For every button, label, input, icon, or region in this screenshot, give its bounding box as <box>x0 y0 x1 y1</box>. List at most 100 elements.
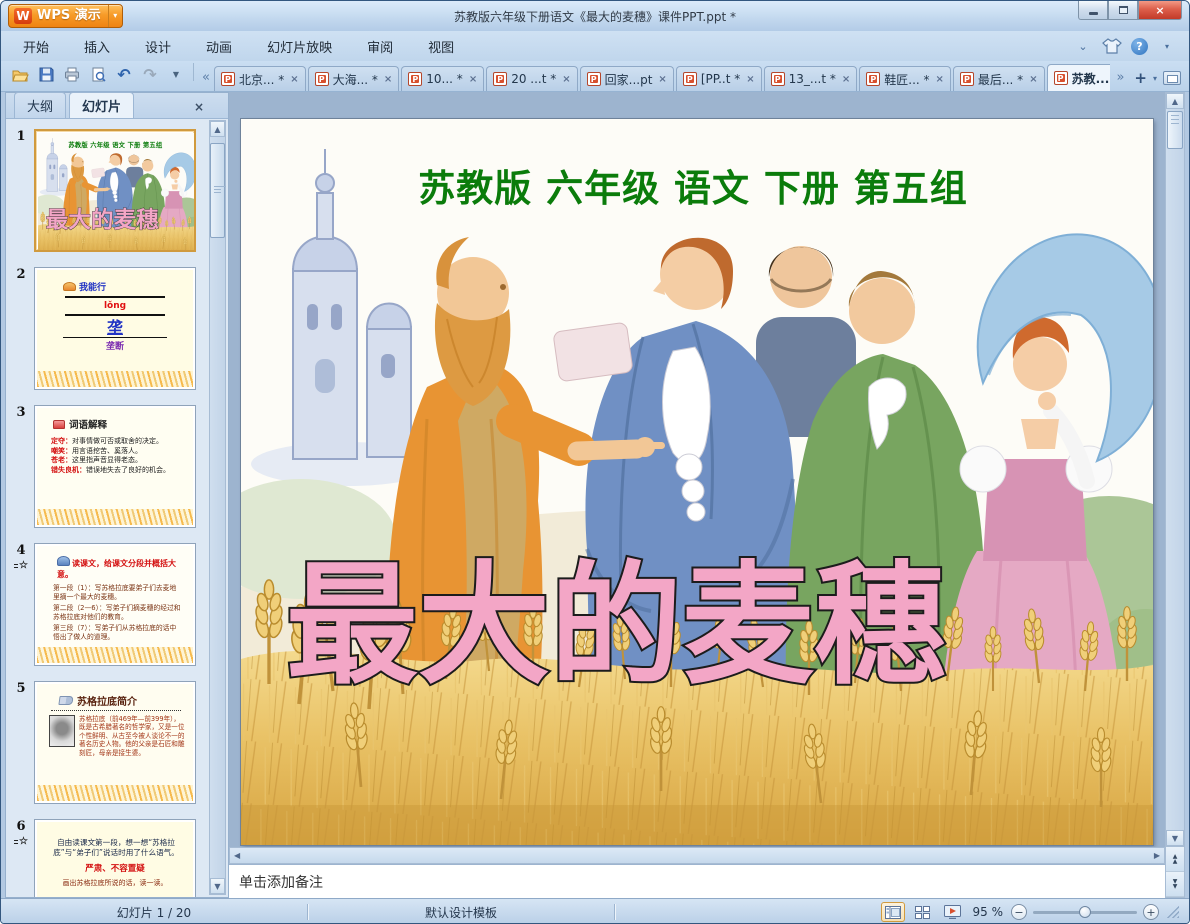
main-area: 苏教版 六年级 语文 下册 第五组 最大的麦穗 ◀ ▶ 单击添加备注 <box>229 92 1165 898</box>
slide-thumbnail-4[interactable]: 读课文，给课文分段并概括大意。 第一段（1）：写苏格拉底要弟子们去麦地里摘一个最… <box>34 543 196 666</box>
scroll-down-icon[interactable]: ▼ <box>1166 830 1184 846</box>
zoom-slider-handle[interactable] <box>1079 905 1091 918</box>
doc-tab[interactable]: P 10... * × <box>401 66 485 91</box>
collapse-ribbon-icon[interactable]: ⌄ <box>1073 37 1093 55</box>
tab-outline[interactable]: 大纲 <box>14 92 67 118</box>
doc-tab[interactable]: P 20 ...t * × <box>486 66 578 91</box>
close-tab-icon[interactable]: × <box>382 74 392 85</box>
save-icon[interactable] <box>35 65 57 85</box>
design-template-label[interactable]: 默认设计模板 <box>308 904 614 921</box>
scroll-up-icon[interactable]: ▲ <box>1166 93 1184 109</box>
doc-tab-label: 最后... * <box>977 72 1024 87</box>
window-title: 苏教版六年级下册语文《最大的麦穗》课件PPT.ppt * <box>454 9 736 24</box>
slide-1-canvas[interactable]: 苏教版 六年级 语文 下册 第五组 最大的麦穗 <box>229 119 1165 847</box>
menu-view[interactable]: 视图 <box>415 32 467 61</box>
print-icon[interactable] <box>61 65 83 85</box>
menu-review[interactable]: 审阅 <box>354 32 406 61</box>
doc-tab[interactable]: P 13_...t * × <box>763 66 858 91</box>
menu-slideshow[interactable]: 幻灯片放映 <box>254 32 345 61</box>
slideshow-view-button[interactable] <box>941 902 965 922</box>
minimize-button[interactable] <box>1078 1 1108 20</box>
close-tab-icon[interactable]: × <box>467 74 477 85</box>
close-tab-icon[interactable]: × <box>288 74 298 85</box>
vertical-scrollbar[interactable]: ▲ ▼ ▲ ▲ ▼ ▼ <box>1165 92 1185 898</box>
menu-animation[interactable]: 动画 <box>193 32 245 61</box>
help-icon[interactable]: ? <box>1131 37 1148 55</box>
doc-tab[interactable]: P 最后... * × <box>952 66 1045 91</box>
more-options-icon[interactable]: ▾ <box>1157 37 1177 55</box>
slide-thumbnail-3[interactable]: 词语解释 定夺：对事情做可否或取舍的决定。 嘲笑：用言语挖苦、奚落人。 苍老：这… <box>34 405 196 528</box>
close-tab-icon[interactable]: × <box>1027 74 1037 85</box>
scroll-right-icon[interactable]: ▶ <box>1154 851 1160 860</box>
zoom-slider[interactable] <box>1033 905 1137 918</box>
slide-number: 4 <box>16 543 26 558</box>
menu-home[interactable]: 开始 <box>10 32 62 61</box>
doc-tab-label: 苏教... * <box>1071 71 1111 86</box>
scroll-left-icon[interactable]: ◀ <box>234 851 240 860</box>
previous-slide-button[interactable]: ▲ ▲ <box>1166 847 1184 872</box>
panel-scrollbar-thumb[interactable] <box>210 143 226 238</box>
wps-app-button[interactable]: W WPS 演示 ▾ <box>8 4 123 28</box>
toolbar-more-icon[interactable]: ▼ <box>165 65 187 85</box>
scroll-down-icon[interactable]: ▼ <box>210 878 225 894</box>
status-bar: 幻灯片 1 / 20 默认设计模板 95 % − + <box>1 898 1189 923</box>
thumb3-header: 词语解释 <box>69 420 108 431</box>
new-tab-icon[interactable]: + <box>1134 69 1147 87</box>
doc-tab[interactable]: P 回家...pt × <box>579 66 674 91</box>
close-tab-icon[interactable]: × <box>744 74 754 85</box>
doc-tab-label: 北京... * <box>238 72 285 87</box>
close-tab-icon[interactable]: × <box>656 74 666 85</box>
menu-design[interactable]: 设计 <box>132 32 184 61</box>
slide-canvas-area[interactable]: 苏教版 六年级 语文 下册 第五组 最大的麦穗 <box>229 92 1165 847</box>
panel-scrollbar[interactable]: ▲ ▼ <box>209 120 226 895</box>
cake-icon <box>53 419 65 429</box>
zoom-in-icon[interactable]: + <box>1143 904 1159 920</box>
doc-tab[interactable]: P 北京... * × <box>213 66 306 91</box>
horizontal-scrollbar[interactable]: ◀ ▶ <box>229 847 1165 864</box>
wheat-decoration <box>37 509 193 525</box>
wps-app-button-label: WPS 演示 <box>37 8 101 23</box>
notes-pane[interactable]: 单击添加备注 <box>229 864 1165 898</box>
skin-icon[interactable] <box>1102 38 1122 54</box>
animation-indicator-icon: ☆ <box>8 836 34 847</box>
scrollbar-thumb[interactable] <box>1167 111 1183 149</box>
tab-slides[interactable]: 幻灯片 <box>69 92 135 118</box>
slide-1-canvas[interactable]: 苏教版 六年级 语文 下册 第五组 最大的麦穗 <box>38 133 194 250</box>
print-preview-icon[interactable] <box>87 65 109 85</box>
normal-view-button[interactable] <box>880 902 905 922</box>
slide-thumbnail-1[interactable]: 苏教版 六年级 语文 下册 第五组 最大的麦穗 <box>34 129 196 252</box>
slide-row-6: 6 ☆ 自由读课文第一段，想一想“苏格拉底”与“弟子们”说话时用了什么语气。 严… <box>8 819 226 897</box>
workspace: 大纲 幻灯片 × 1 苏教版 六年级 语文 下册 第五组 最大的麦穗 2 我能行… <box>1 92 1189 898</box>
doc-tab-label: 鞋匠... * <box>884 72 930 87</box>
resize-grip[interactable] <box>1167 906 1179 918</box>
zoom-out-icon[interactable]: − <box>1011 904 1027 920</box>
slide-thumbnail-5[interactable]: 苏格拉底简介 苏格拉底（前469年—前399年），既是古希腊著名的哲学家，又是一… <box>34 681 196 804</box>
doc-tab[interactable]: P 大海... * × <box>307 66 400 91</box>
wps-app-dropdown-icon[interactable]: ▾ <box>107 5 122 27</box>
slide-sorter-view-button[interactable] <box>911 902 935 922</box>
next-slide-button[interactable]: ▼ ▼ <box>1166 872 1184 897</box>
slide-main-title: 最大的麦穗 <box>286 548 946 703</box>
menu-insert[interactable]: 插入 <box>71 32 123 61</box>
doc-tab-active[interactable]: P苏教... *× <box>1046 64 1111 91</box>
slide-thumbnail-2[interactable]: 我能行 lǒng 垄 垄断 <box>34 267 196 390</box>
doc-tab[interactable]: P [PP..t * × <box>675 66 762 91</box>
close-tab-icon[interactable]: × <box>840 74 850 85</box>
panel-close-icon[interactable]: × <box>194 100 204 114</box>
scroll-up-icon[interactable]: ▲ <box>210 121 225 137</box>
new-tab-dropdown-icon[interactable]: ▾ <box>1153 74 1157 83</box>
scroll-tabs-right-icon[interactable]: » <box>1114 70 1128 87</box>
redo-icon[interactable]: ↷ <box>139 65 161 85</box>
open-file-icon[interactable] <box>9 65 31 85</box>
close-tab-icon[interactable]: × <box>560 74 570 85</box>
doc-tab[interactable]: P 鞋匠... * × <box>859 66 951 91</box>
scroll-tabs-left-icon[interactable]: « <box>200 70 214 91</box>
tab-switcher-icon[interactable] <box>1163 71 1181 85</box>
undo-icon[interactable]: ↶ <box>113 65 135 85</box>
slide-panel: 大纲 幻灯片 × 1 苏教版 六年级 语文 下册 第五组 最大的麦穗 2 我能行… <box>5 92 229 898</box>
toolbar-separator <box>193 63 194 81</box>
restore-button[interactable] <box>1108 1 1138 20</box>
slide-thumbnail-6[interactable]: 自由读课文第一段，想一想“苏格拉底”与“弟子们”说话时用了什么语气。 严肃、不容… <box>34 819 196 897</box>
close-button[interactable]: × <box>1138 1 1182 20</box>
close-tab-icon[interactable]: × <box>934 74 944 85</box>
